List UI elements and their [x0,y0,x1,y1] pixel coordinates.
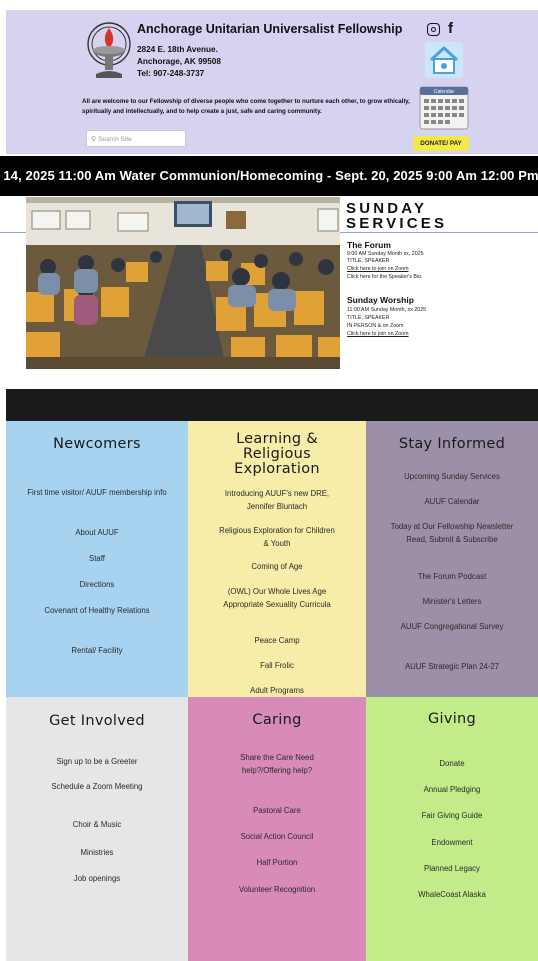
forum-heading: The Forum [347,240,391,250]
stay-informed-item[interactable]: The Forum Podcast [374,571,530,584]
stay-informed-title: Stay Informed [398,436,506,452]
stay-informed-item[interactable]: AUUF Congregational Survey [396,621,508,634]
learning-section: Learning & Religious Exploration Introdu… [188,421,366,697]
site-header: Anchorage Unitarian Universalist Fellows… [6,10,538,154]
ticker-text[interactable]: . 14, 2025 11:00 Am Water Communion/Home… [0,168,538,183]
sunday-services-heading: SUNDAY SERVICES [346,201,447,231]
get-involved-item[interactable]: Sign up to be a Greeter [14,756,180,769]
calendar-icon[interactable]: Calendar [419,86,469,130]
stay-informed-item[interactable]: Today at Our Fellowship Newsletter Read,… [380,521,524,546]
learning-item[interactable]: Introducing AUUF's new DRE, Jennifer Blu… [218,488,336,513]
forum-speaker-bio-link[interactable]: Click here for the Speaker's Bio. [347,274,423,281]
get-involved-item[interactable]: Ministries [14,847,180,860]
learning-item[interactable]: Adult Programs [196,685,358,697]
address-line-2: Anchorage, AK 99508 [137,57,221,66]
learning-item[interactable]: Religious Exploration for Children & You… [216,525,338,550]
dark-band [6,389,538,421]
worship-title-speaker: TITLE, SPEAKER [347,315,390,321]
org-name[interactable]: Anchorage Unitarian Universalist Fellows… [137,22,402,36]
calendar-label: Calendar [434,89,455,95]
address-line-1: 2824 E. 18th Avenue. [137,45,218,54]
caring-item[interactable]: Pastoral Care [196,805,358,818]
announcement-ticker: . 14, 2025 11:00 Am Water Communion/Home… [0,156,538,196]
get-involved-title: Get Involved [49,713,145,729]
giving-item[interactable]: Donate [374,758,530,771]
donate-pay-button[interactable]: DONATE/ PAY [413,136,469,151]
learning-item[interactable]: Fall Frolic [196,660,358,673]
newcomers-item[interactable]: Covenant of Healthy Relations [36,605,158,618]
stay-informed-item[interactable]: AUUF Calendar [374,496,530,509]
search-placeholder: Search Site [98,136,132,143]
giving-item[interactable]: Annual Pledging [374,784,530,797]
sunday-services-title-2: SERVICES [346,215,448,232]
instagram-icon[interactable] [427,23,440,36]
newcomers-item[interactable]: First time visitor/ AUUF membership info [14,487,180,500]
get-involved-item[interactable]: Choir & Music [14,819,180,832]
caring-item[interactable]: Share the Care Need help?/Offering help? [228,752,326,777]
worship-zoom-link[interactable]: Click here to join on Zoom [347,331,409,338]
giving-item[interactable]: Fair Giving Guide [374,810,530,823]
caring-section: Caring Share the Care Need help?/Offerin… [188,697,366,961]
newcomers-item[interactable]: Rental/ Facility [14,645,180,658]
caring-item[interactable]: Volunteer Recognition [196,884,358,897]
chalice-logo-icon[interactable] [84,20,134,82]
giving-title: Giving [427,711,477,727]
giving-item[interactable]: Planned Legacy [374,863,530,876]
get-involved-item[interactable]: Schedule a Zoom Meeting [46,781,148,794]
newcomers-item[interactable]: Directions [14,579,180,592]
house-icon[interactable] [423,40,465,80]
welcome-statement: All are welcome to our Fellowship of div… [82,98,410,115]
stay-informed-section: Stay Informed Upcoming Sunday Services A… [366,421,538,697]
newcomers-item[interactable]: Staff [14,553,180,566]
sunday-services-title-1: SUNDAY [346,200,428,217]
worship-time: 11:00 AM Sunday Month, xx 2025 [347,307,427,313]
stay-informed-item[interactable]: AUUF Strategic Plan 24-27 [374,661,530,674]
facebook-icon[interactable]: f [448,20,453,37]
learning-item[interactable]: Coming of Age [196,561,358,574]
get-involved-item[interactable]: Job openings [14,873,180,886]
caring-item[interactable]: Social Action Council [196,831,358,844]
search-input[interactable]: ⚲ Search Site [86,130,186,147]
newcomers-section: Newcomers First time visitor/ AUUF membe… [6,421,188,697]
sanctuary-photo [26,197,340,369]
search-icon: ⚲ [91,136,97,143]
learning-item[interactable]: (OWL) Our Whole Lives Age Appropriate Se… [218,586,336,611]
newcomers-item[interactable]: About AUUF [14,527,180,540]
phone-number: Tel: 907-248-3737 [137,69,205,78]
forum-title-speaker: TITLE, SPEAKER [347,258,390,264]
stay-informed-item[interactable]: Upcoming Sunday Services [374,471,530,484]
forum-zoom-link[interactable]: Click here to join on Zoom [347,266,409,273]
stay-informed-item[interactable]: Minister's Letters [374,596,530,609]
caring-title: Caring [252,712,302,728]
learning-item[interactable]: Peace Camp [196,635,358,648]
giving-item[interactable]: WhaleCoast Alaska [374,889,530,902]
caring-item[interactable]: Half Portion [196,857,358,870]
get-involved-section: Get Involved Sign up to be a Greeter Sch… [6,697,188,961]
address-block: 2824 E. 18th Avenue. Anchorage, AK 99508… [137,44,221,80]
giving-item[interactable]: Endowment [374,837,530,850]
learning-title: Learning & Religious Exploration [234,431,320,477]
giving-section: Giving Donate Annual Pledging Fair Givin… [366,697,538,961]
worship-heading: Sunday Worship [347,295,414,305]
newcomers-title: Newcomers [53,436,141,452]
worship-in-person: IN PERSON & on Zoom [347,323,404,329]
